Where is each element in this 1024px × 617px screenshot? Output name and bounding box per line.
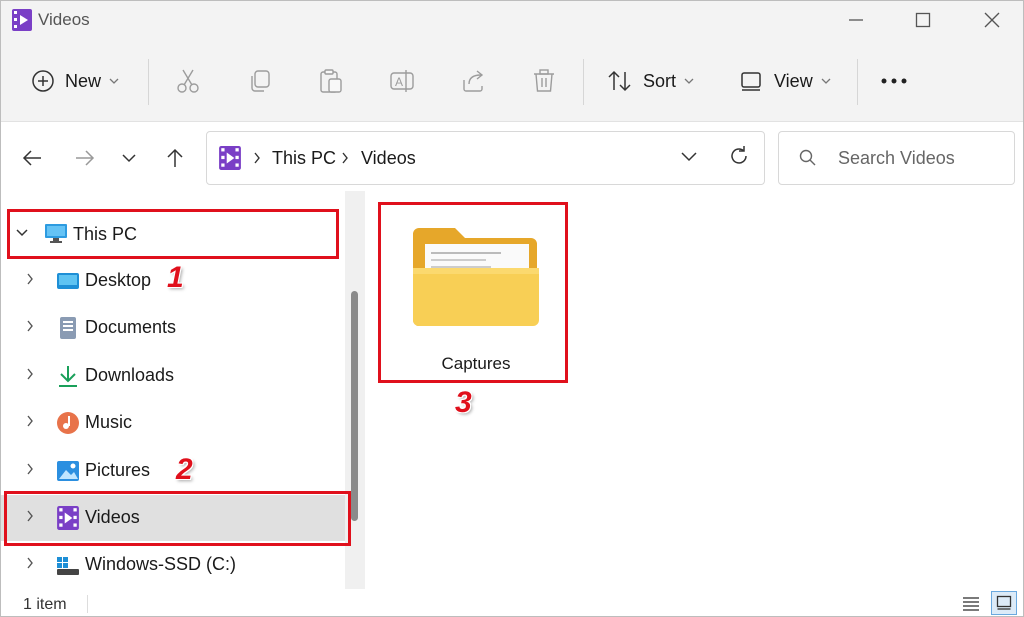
nav-item-label: Desktop [85, 270, 152, 290]
step-number-1: 1 [167, 261, 184, 294]
share-button[interactable] [461, 41, 487, 121]
cut-button[interactable] [175, 41, 201, 121]
nav-item-downloads[interactable]: Downloads [1, 353, 345, 399]
chevron-right-icon[interactable] [26, 367, 34, 381]
close-button[interactable] [963, 1, 1021, 39]
paste-icon [320, 69, 342, 93]
details-view-icon[interactable] [961, 595, 981, 613]
videos-app-icon [12, 9, 32, 31]
arrow-right-icon [76, 150, 95, 166]
maximize-button[interactable] [894, 1, 952, 39]
pictures-icon [57, 461, 79, 481]
chevron-right-icon [254, 152, 260, 164]
copy-button[interactable] [247, 41, 273, 121]
chevron-right-icon[interactable] [26, 319, 34, 333]
separator [87, 595, 88, 613]
close-icon [984, 12, 1000, 28]
step-number-3: 3 [455, 386, 472, 419]
chevron-down-icon [821, 78, 831, 84]
share-icon [463, 70, 484, 92]
nav-item-windows-ssd[interactable]: Windows-SSD (C:) [1, 542, 345, 588]
paste-button[interactable] [318, 41, 344, 121]
rename-button[interactable]: A [389, 41, 415, 121]
chevron-down-icon [122, 154, 136, 163]
view-button[interactable]: View [740, 41, 831, 121]
svg-text:A: A [395, 75, 403, 89]
status-bar: 1 item [1, 591, 1023, 616]
address-bar[interactable]: This PC Videos [206, 131, 765, 185]
command-bar: New A Sort View [1, 41, 1023, 122]
chevron-right-icon[interactable] [26, 272, 34, 286]
up-button[interactable] [158, 141, 192, 175]
nav-item-music[interactable]: Music [1, 400, 345, 446]
refresh-icon[interactable] [728, 145, 750, 167]
desktop-icon [57, 273, 79, 289]
search-placeholder: Search Videos [838, 148, 955, 168]
more-options-button[interactable] [880, 41, 908, 121]
nav-item-label: Downloads [85, 365, 175, 385]
documents-icon [60, 317, 76, 339]
rename-icon: A [390, 70, 414, 92]
chevron-down-icon [684, 78, 694, 84]
drive-icon [57, 557, 79, 575]
maximize-icon [915, 12, 931, 28]
chevron-down-icon [109, 78, 119, 84]
copy-icon [251, 70, 270, 92]
music-icon [57, 412, 79, 434]
search-box[interactable]: Search Videos [778, 131, 1015, 185]
forward-button[interactable] [68, 141, 102, 175]
view-layout-icon [741, 72, 761, 91]
breadcrumb-videos[interactable]: Videos [361, 148, 416, 169]
recent-locations-button[interactable] [112, 141, 146, 175]
downloads-icon [59, 366, 77, 387]
arrow-left-icon [22, 150, 41, 166]
minimize-icon [849, 19, 863, 21]
view-label: View [774, 70, 813, 91]
nav-item-label: Pictures [85, 460, 151, 480]
chevron-right-icon[interactable] [26, 556, 34, 570]
breadcrumb-this-pc[interactable]: This PC [272, 148, 336, 169]
sort-button[interactable]: Sort [607, 41, 694, 121]
highlight-box-videos [4, 491, 351, 546]
separator [583, 59, 584, 105]
highlight-box-this-pc [7, 209, 339, 259]
file-explorer-window: Videos New A Sort View This PC Videos Se… [0, 0, 1024, 617]
scissors-icon [177, 69, 199, 93]
step-number-2: 2 [176, 453, 193, 486]
nav-item-pictures[interactable]: Pictures [1, 448, 345, 494]
chevron-right-icon [342, 152, 348, 164]
highlight-box-captures [378, 202, 568, 383]
large-icons-view-button[interactable] [991, 591, 1017, 615]
more-icon [881, 78, 907, 84]
minimize-button[interactable] [827, 1, 885, 39]
separator [857, 59, 858, 105]
delete-button[interactable] [531, 41, 557, 121]
nav-item-label: Documents [85, 317, 177, 337]
new-button[interactable]: New [31, 41, 119, 121]
title-bar: Videos [1, 1, 1023, 41]
item-count: 1 item [23, 596, 67, 613]
new-label: New [65, 70, 102, 91]
plus-circle-icon [32, 70, 54, 92]
separator [148, 59, 149, 105]
chevron-right-icon[interactable] [26, 462, 34, 476]
sort-label: Sort [643, 70, 677, 91]
scrollbar-thumb[interactable] [351, 291, 358, 521]
search-icon [799, 149, 816, 166]
address-history-chevron-icon[interactable] [680, 151, 698, 163]
videos-icon [219, 146, 241, 170]
window-title: Videos [38, 10, 90, 29]
nav-item-label: Windows-SSD (C:) [85, 554, 237, 574]
sort-icon [608, 70, 631, 92]
nav-item-label: Music [85, 412, 133, 432]
trash-icon [534, 69, 554, 92]
chevron-right-icon[interactable] [26, 414, 34, 428]
large-icons-view-icon [996, 595, 1012, 610]
back-button[interactable] [15, 141, 49, 175]
nav-item-documents[interactable]: Documents [1, 305, 345, 351]
arrow-up-icon [167, 148, 183, 167]
